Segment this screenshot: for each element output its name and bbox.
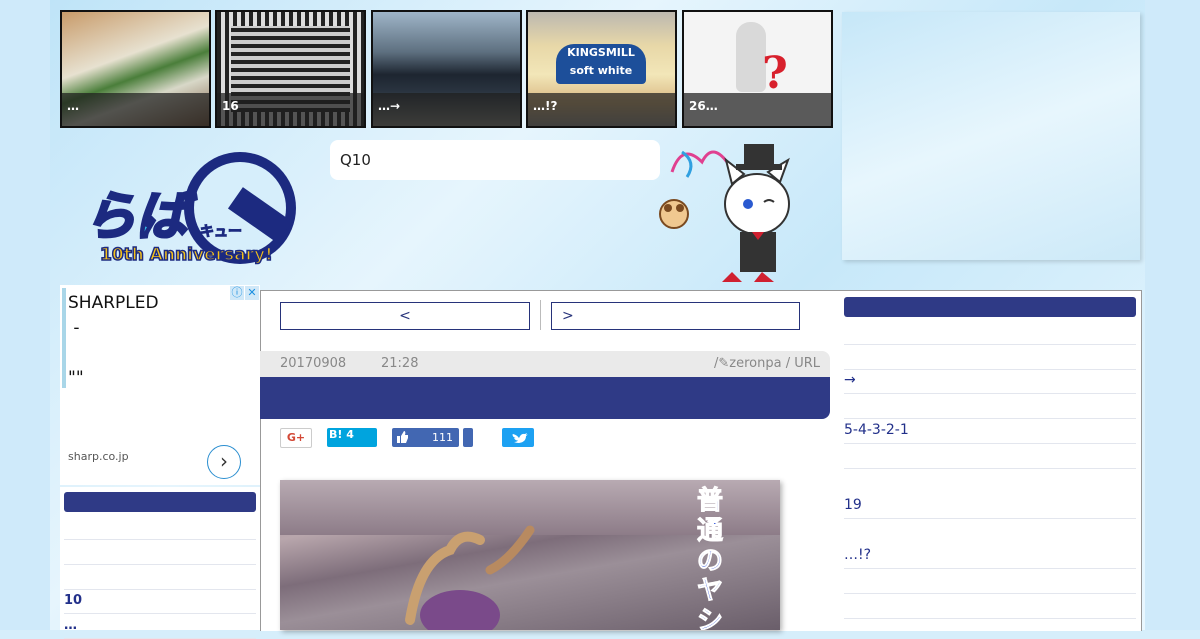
right-sidebar-item[interactable] [844, 568, 1136, 594]
ad-accent-bar [62, 288, 66, 388]
ad-domain: sharp.co.jp [68, 450, 129, 463]
right-sidebar-item[interactable]: 19 [844, 493, 1136, 519]
ad-choices[interactable]: ⓘ ✕ [229, 286, 259, 300]
facebook-share-button[interactable] [463, 428, 473, 447]
thumbnail-caption: …→ [373, 93, 520, 126]
search-banner[interactable]: Q10 [330, 140, 660, 180]
page-background-left [0, 0, 50, 630]
thumbnail-item[interactable]: …→ [371, 10, 522, 128]
close-icon[interactable]: ✕ [245, 286, 259, 300]
thumbnail-item[interactable]: … [60, 10, 211, 128]
question-mark-icon: ? [762, 48, 788, 99]
article-title-bar [260, 377, 830, 419]
thumbnail-caption: 16 [217, 93, 364, 126]
info-icon[interactable]: ⓘ [230, 286, 244, 300]
svg-text:らば: らば [84, 187, 197, 247]
thumbnail-item[interactable]: KINGSMILL soft white …!? [526, 10, 677, 128]
left-sidebar-item[interactable]: 10 [64, 588, 256, 614]
twitter-button[interactable] [502, 428, 534, 447]
svg-text:キュー: キュー [200, 224, 242, 240]
prev-article-button[interactable]: < [280, 302, 530, 330]
rabaq-10th-anniversary-logo[interactable]: らば キュー 10th Anniversary! [80, 150, 305, 270]
nav-divider [540, 300, 541, 330]
right-sidebar-item[interactable] [844, 319, 1136, 345]
left-sidebar: 10 … [60, 487, 260, 639]
thumbnail-caption: … [62, 93, 209, 126]
right-sidebar-item[interactable] [844, 393, 1136, 419]
left-sidebar-item[interactable] [64, 539, 256, 565]
facebook-like-count: 111 [432, 431, 453, 444]
decorative-panel [842, 12, 1140, 260]
right-sidebar-item[interactable] [844, 443, 1136, 469]
coconut-crab-image [405, 525, 535, 630]
right-sidebar-header [844, 297, 1136, 317]
twitter-icon [512, 433, 528, 443]
left-sidebar-item[interactable] [64, 514, 256, 540]
article-meta: 20170908 21:28 /✎zeronpa / URL [260, 351, 830, 377]
google-plus-button[interactable]: G+ [280, 428, 312, 448]
article-date: 20170908 [280, 356, 347, 371]
svg-text:10th Anniversary!: 10th Anniversary! [100, 245, 273, 265]
right-sidebar-item[interactable]: → [844, 368, 1136, 394]
right-sidebar-item[interactable] [844, 344, 1136, 370]
cat-mascot-icon [659, 144, 790, 282]
right-sidebar-item[interactable]: …!? [844, 543, 1136, 569]
thumbnail-item[interactable]: ? 26… [682, 10, 833, 128]
advertisement[interactable]: SHARPLED - "" sharp.co.jp › ⓘ ✕ [60, 285, 260, 485]
next-article-button[interactable]: > [551, 302, 800, 330]
article-image: 普通のヤシ [280, 480, 780, 630]
thumbnail-caption: …!? [528, 93, 675, 126]
left-sidebar-item[interactable] [64, 564, 256, 590]
article-time: 21:28 [381, 356, 419, 371]
article-author-links[interactable]: /✎zeronpa / URL [714, 351, 820, 377]
right-sidebar-item[interactable]: 5-4-3-2-1 [844, 418, 1136, 444]
image-caption-vertical: 普通のヤシ [696, 486, 723, 631]
left-sidebar-item[interactable]: … [64, 613, 256, 639]
hatena-bookmark-button[interactable]: B! 4 [327, 428, 377, 447]
thumbs-up-icon [397, 431, 408, 443]
bread-package-label: KINGSMILL soft white [556, 44, 646, 84]
left-sidebar-header [64, 492, 256, 512]
right-sidebar-item[interactable] [844, 593, 1136, 619]
thumbnail-caption: 26… [684, 93, 831, 126]
facebook-like-button[interactable]: 111 [392, 428, 459, 447]
chevron-right-icon[interactable]: › [207, 445, 241, 479]
thumbnail-item[interactable]: 16 [215, 10, 366, 128]
ad-text: SHARPLED - "" [68, 293, 159, 388]
page-background-right [1145, 0, 1200, 630]
